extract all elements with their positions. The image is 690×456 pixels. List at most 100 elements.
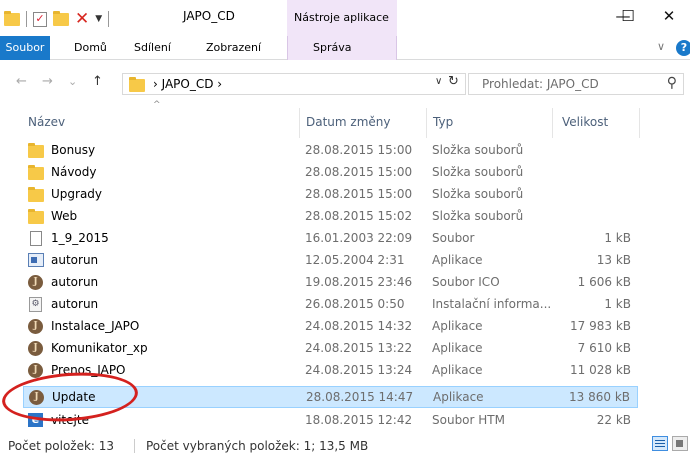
file-size: 1 kB (604, 297, 631, 311)
file-type: Soubor ICO (432, 275, 500, 289)
tab-manage[interactable]: Správa (313, 36, 351, 60)
maximize-button[interactable]: ☐ (605, 4, 651, 28)
file-date: 24.08.2015 13:22 (305, 341, 413, 355)
file-size: 13 860 kB (569, 390, 630, 404)
file-name: 1_9_2015 (51, 231, 109, 245)
list-item[interactable]: 1_9_2015 16.01.2003 22:09 Soubor 1 kB (23, 227, 638, 249)
status-bar: Počet položek: 13 Počet vybraných polože… (0, 432, 690, 456)
application-icon (28, 253, 44, 267)
file-type: Složka souborů (432, 209, 524, 223)
refresh-icon[interactable]: ↻ (448, 74, 459, 89)
file-date: 28.08.2015 15:00 (305, 165, 413, 179)
file-date: 16.01.2003 22:09 (305, 231, 413, 245)
japo-icon: J (28, 319, 43, 334)
file-type: Aplikace (432, 363, 483, 377)
folder-icon (4, 10, 20, 26)
list-item[interactable]: Návody 28.08.2015 15:00 Složka souborů (23, 161, 638, 183)
file-name: autorun (51, 275, 99, 289)
file-name: Bonusy (51, 143, 96, 157)
search-box[interactable]: Prohledat: JAPO_CD ⚲ (468, 73, 684, 95)
file-type: Instalační informa... (432, 297, 552, 311)
tab-share[interactable]: Sdílení (134, 36, 171, 60)
list-item[interactable]: ⚙ autorun 26.08.2015 0:50 Instalační inf… (23, 293, 638, 315)
japo-icon: J (28, 275, 43, 290)
file-date: 24.08.2015 13:24 (305, 363, 413, 377)
column-divider[interactable] (552, 108, 553, 138)
window-title: JAPO_CD (183, 9, 235, 23)
folder-icon (129, 77, 145, 92)
file-date: 28.08.2015 15:00 (305, 187, 413, 201)
list-item[interactable]: J Komunikator_xp 24.08.2015 13:22 Aplika… (23, 337, 638, 359)
delete-icon[interactable]: ✕ (75, 11, 89, 28)
list-item[interactable]: autorun 12.05.2004 2:31 Aplikace 13 kB (23, 249, 638, 271)
forward-button[interactable]: → (42, 74, 53, 89)
list-item[interactable]: e vitejte 18.08.2015 12:42 Soubor HTM 22… (23, 409, 638, 431)
toolbar-separator (26, 11, 27, 27)
file-type: Aplikace (432, 319, 483, 333)
japo-icon: J (28, 341, 43, 356)
help-icon[interactable]: ? (676, 40, 690, 56)
tab-file[interactable]: Soubor (0, 36, 50, 60)
column-divider[interactable] (639, 108, 640, 138)
search-icon[interactable]: ⚲ (667, 75, 677, 91)
column-header-type[interactable]: Typ (433, 115, 453, 129)
file-size: 13 kB (596, 253, 631, 267)
back-button[interactable]: ← (16, 74, 27, 89)
address-dropdown-icon[interactable]: ∨ (435, 76, 442, 87)
close-button[interactable]: ✕ (648, 4, 690, 28)
file-name: Instalace_JAPO (51, 319, 140, 333)
properties-icon[interactable]: ✓ (33, 11, 47, 27)
column-header-size[interactable]: Velikost (562, 115, 608, 129)
file-size: 1 606 kB (577, 275, 631, 289)
file-type: Aplikace (432, 341, 483, 355)
list-item[interactable]: J Instalace_JAPO 24.08.2015 14:32 Aplika… (23, 315, 638, 337)
tab-home[interactable]: Domů (74, 36, 107, 60)
file-type: Aplikace (432, 253, 483, 267)
sort-ascending-icon: ^ (153, 100, 161, 110)
expand-ribbon-icon[interactable]: ∨ (657, 40, 665, 53)
list-item[interactable]: Upgrady 28.08.2015 15:00 Složka souborů (23, 183, 638, 205)
column-divider[interactable] (426, 108, 427, 138)
file-type: Složka souborů (432, 187, 524, 201)
file-date: 19.08.2015 23:46 (305, 275, 413, 289)
file-size: 17 983 kB (570, 319, 631, 333)
file-date: 28.08.2015 14:47 (306, 390, 414, 404)
file-date: 28.08.2015 15:02 (305, 209, 413, 223)
file-name: autorun (51, 253, 99, 267)
file-date: 12.05.2004 2:31 (305, 253, 405, 267)
folder-icon (28, 165, 44, 180)
up-button[interactable]: ↑ (92, 74, 103, 89)
details-view-button[interactable] (652, 436, 668, 451)
quick-access-toolbar: ✓ ✕ ▼ (4, 8, 115, 30)
customize-toolbar-icon[interactable]: ▼ (95, 14, 102, 24)
file-date: 18.08.2015 12:42 (305, 413, 413, 427)
list-item[interactable]: Bonusy 28.08.2015 15:00 Složka souborů (23, 139, 638, 161)
file-name: Web (51, 209, 78, 223)
file-name: Návody (51, 165, 97, 179)
folder-icon (28, 143, 44, 158)
status-separator (134, 439, 135, 453)
file-type: Soubor HTM (432, 413, 505, 427)
tab-view[interactable]: Zobrazení (206, 36, 261, 60)
column-divider[interactable] (299, 108, 300, 138)
search-input[interactable]: Prohledat: JAPO_CD (482, 77, 599, 91)
column-header-date[interactable]: Datum změny (306, 115, 391, 129)
large-icons-view-button[interactable] (672, 436, 688, 451)
folder-icon (28, 187, 44, 202)
address-bar[interactable]: › JAPO_CD › (122, 73, 466, 95)
folder-icon (28, 209, 44, 224)
file-name: Komunikator_xp (51, 341, 148, 355)
list-item[interactable]: Web 28.08.2015 15:02 Složka souborů (23, 205, 638, 227)
new-folder-icon[interactable] (53, 10, 69, 26)
context-tab-group: Nástroje aplikace (287, 0, 397, 36)
column-header-name[interactable]: Název (28, 115, 65, 129)
recent-locations-button[interactable]: ⌄ (68, 75, 77, 88)
japo-icon: J (28, 363, 43, 378)
file-size: 22 kB (596, 413, 631, 427)
file-icon (30, 231, 42, 246)
breadcrumb[interactable]: › JAPO_CD › (153, 77, 222, 91)
file-type: Aplikace (433, 390, 484, 404)
setup-info-icon: ⚙ (29, 297, 42, 312)
list-item[interactable]: J autorun 19.08.2015 23:46 Soubor ICO 1 … (23, 271, 638, 293)
file-size: 11 028 kB (570, 363, 631, 377)
